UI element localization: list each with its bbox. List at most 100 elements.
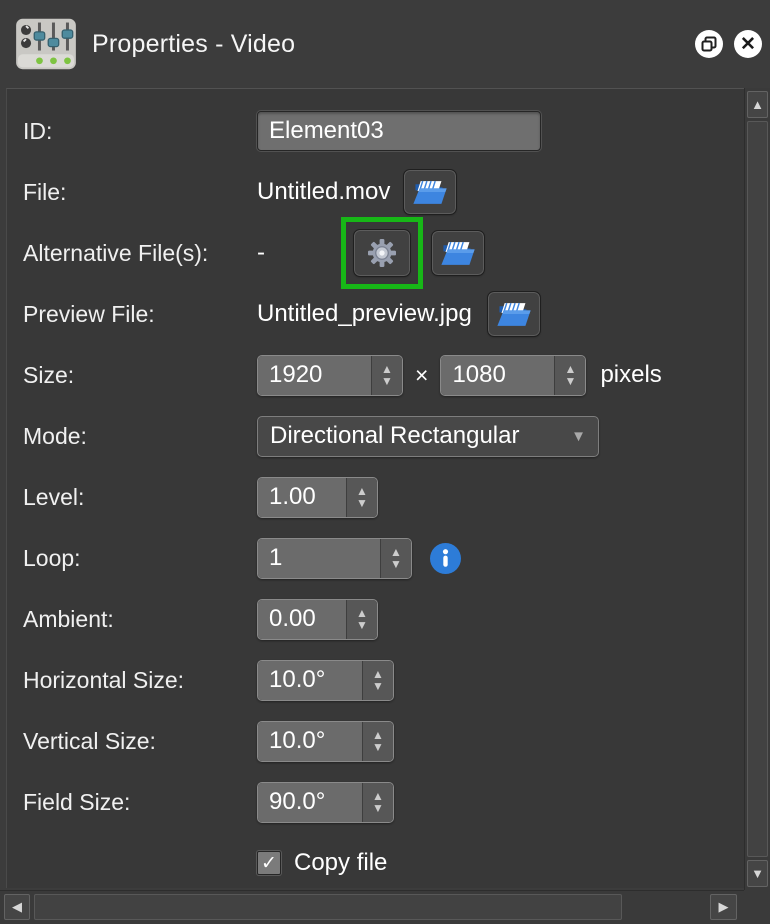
scroll-left-icon: ◀ (12, 899, 22, 915)
size-width-value[interactable]: 1920 (258, 356, 371, 395)
row-id: ID: (23, 109, 744, 153)
ambient-label: Ambient: (23, 606, 257, 633)
horizontal-scrollbar-thumb[interactable] (34, 894, 622, 920)
ambient-spinner[interactable]: 0.00 ▲ ▼ (257, 599, 378, 640)
dropdown-arrow-icon: ▼ (571, 428, 586, 445)
overlapping-squares-icon (701, 36, 717, 52)
mode-label: Mode: (23, 423, 257, 450)
size-height-value[interactable]: 1080 (441, 356, 554, 395)
preview-file-label: Preview File: (23, 301, 257, 328)
file-value: Untitled.mov (257, 178, 390, 206)
gear-icon (366, 237, 398, 269)
open-folder-icon (496, 301, 532, 328)
scroll-down-button[interactable]: ▼ (747, 860, 768, 887)
horizontal-scrollbar[interactable]: ◀ ▶ (0, 890, 744, 924)
alternative-files-browse-button[interactable] (432, 231, 484, 275)
scroll-right-button[interactable]: ▶ (710, 894, 737, 920)
spin-down-icon[interactable]: ▼ (372, 681, 384, 691)
preview-file-value: Untitled_preview.jpg (257, 300, 472, 328)
size-unit-label: pixels (600, 361, 661, 389)
loop-info-button[interactable] (430, 543, 461, 574)
spin-down-icon[interactable]: ▼ (356, 620, 368, 630)
spin-up-icon[interactable]: ▲ (372, 669, 384, 679)
spin-up-icon[interactable]: ▲ (381, 364, 393, 374)
id-input[interactable] (257, 111, 541, 151)
vertical-size-value[interactable]: 10.0° (258, 722, 362, 761)
loop-spin-buttons[interactable]: ▲ ▼ (380, 539, 411, 578)
size-width-spin-buttons[interactable]: ▲ ▼ (371, 356, 402, 395)
spin-up-icon[interactable]: ▲ (372, 791, 384, 801)
size-label: Size: (23, 362, 257, 389)
spin-up-icon[interactable]: ▲ (564, 364, 576, 374)
spin-up-icon[interactable]: ▲ (356, 486, 368, 496)
row-preview-file: Preview File: Untitled_preview.jpg (23, 292, 744, 336)
vertical-size-spinner[interactable]: 10.0° ▲ ▼ (257, 721, 394, 762)
scroll-right-icon: ▶ (719, 899, 729, 915)
open-folder-icon (440, 240, 476, 267)
ambient-spin-buttons[interactable]: ▲ ▼ (346, 600, 377, 639)
size-separator: × (415, 362, 428, 389)
scroll-down-icon: ▼ (751, 866, 764, 881)
level-value[interactable]: 1.00 (258, 478, 346, 517)
spin-up-icon[interactable]: ▲ (372, 730, 384, 740)
row-mode: Mode: Directional Rectangular ▼ (23, 414, 744, 458)
row-size: Size: 1920 ▲ ▼ × 1080 ▲ ▼ pixels (23, 353, 744, 397)
vertical-scrollbar-thumb[interactable] (747, 121, 768, 857)
horizontal-size-spinner[interactable]: 10.0° ▲ ▼ (257, 660, 394, 701)
scroll-up-button[interactable]: ▲ (747, 91, 768, 118)
horizontal-size-value[interactable]: 10.0° (258, 661, 362, 700)
float-window-button[interactable] (695, 30, 723, 58)
mode-dropdown[interactable]: Directional Rectangular ▼ (257, 416, 599, 457)
loop-spinner[interactable]: 1 ▲ ▼ (257, 538, 412, 579)
size-height-spin-buttons[interactable]: ▲ ▼ (554, 356, 585, 395)
spin-down-icon[interactable]: ▼ (356, 498, 368, 508)
vertical-size-label: Vertical Size: (23, 728, 257, 755)
file-label: File: (23, 179, 257, 206)
close-button[interactable]: ✕ (734, 30, 762, 58)
file-browse-button[interactable] (404, 170, 456, 214)
row-vertical-size: Vertical Size: 10.0° ▲ ▼ (23, 719, 744, 763)
level-spinner[interactable]: 1.00 ▲ ▼ (257, 477, 378, 518)
row-file: File: Untitled.mov (23, 170, 744, 214)
properties-panel-icon (14, 16, 78, 72)
row-level: Level: 1.00 ▲ ▼ (23, 475, 744, 519)
ambient-value[interactable]: 0.00 (258, 600, 346, 639)
close-icon: ✕ (740, 33, 756, 56)
spin-down-icon[interactable]: ▼ (372, 742, 384, 752)
field-size-label: Field Size: (23, 789, 257, 816)
row-ambient: Ambient: 0.00 ▲ ▼ (23, 597, 744, 641)
horizontal-size-spin-buttons[interactable]: ▲ ▼ (362, 661, 393, 700)
field-size-spinner[interactable]: 90.0° ▲ ▼ (257, 782, 394, 823)
alternative-files-settings-button[interactable] (354, 230, 410, 276)
row-field-size: Field Size: 90.0° ▲ ▼ (23, 780, 744, 824)
loop-label: Loop: (23, 545, 257, 572)
size-width-spinner[interactable]: 1920 ▲ ▼ (257, 355, 403, 396)
row-copy-file: ✓ Copy file (23, 841, 744, 885)
size-height-spinner[interactable]: 1080 ▲ ▼ (440, 355, 586, 396)
spin-down-icon[interactable]: ▼ (564, 376, 576, 386)
properties-form: ID: File: Untitled.mov Alternative File(… (6, 88, 744, 888)
info-icon (430, 543, 461, 574)
spin-up-icon[interactable]: ▲ (356, 608, 368, 618)
mode-selected-value: Directional Rectangular (270, 422, 519, 450)
open-folder-icon (412, 179, 448, 206)
row-alternative-files: Alternative File(s): - (23, 231, 744, 275)
spin-down-icon[interactable]: ▼ (390, 559, 402, 569)
annotation-highlight-box (341, 217, 423, 289)
field-size-spin-buttons[interactable]: ▲ ▼ (362, 783, 393, 822)
titlebar: Properties - Video ✕ (0, 0, 770, 88)
level-spin-buttons[interactable]: ▲ ▼ (346, 478, 377, 517)
scrollbar-corner (744, 890, 770, 924)
vertical-scrollbar[interactable]: ▲ ▼ (744, 88, 770, 890)
spin-up-icon[interactable]: ▲ (390, 547, 402, 557)
loop-value[interactable]: 1 (258, 539, 380, 578)
scroll-left-button[interactable]: ◀ (4, 894, 30, 920)
vertical-size-spin-buttons[interactable]: ▲ ▼ (362, 722, 393, 761)
spin-down-icon[interactable]: ▼ (381, 376, 393, 386)
preview-file-browse-button[interactable] (488, 292, 540, 336)
spin-down-icon[interactable]: ▼ (372, 803, 384, 813)
horizontal-size-label: Horizontal Size: (23, 667, 257, 694)
field-size-value[interactable]: 90.0° (258, 783, 362, 822)
copy-file-checkbox[interactable]: ✓ (257, 851, 281, 875)
copy-file-label: Copy file (294, 849, 387, 877)
